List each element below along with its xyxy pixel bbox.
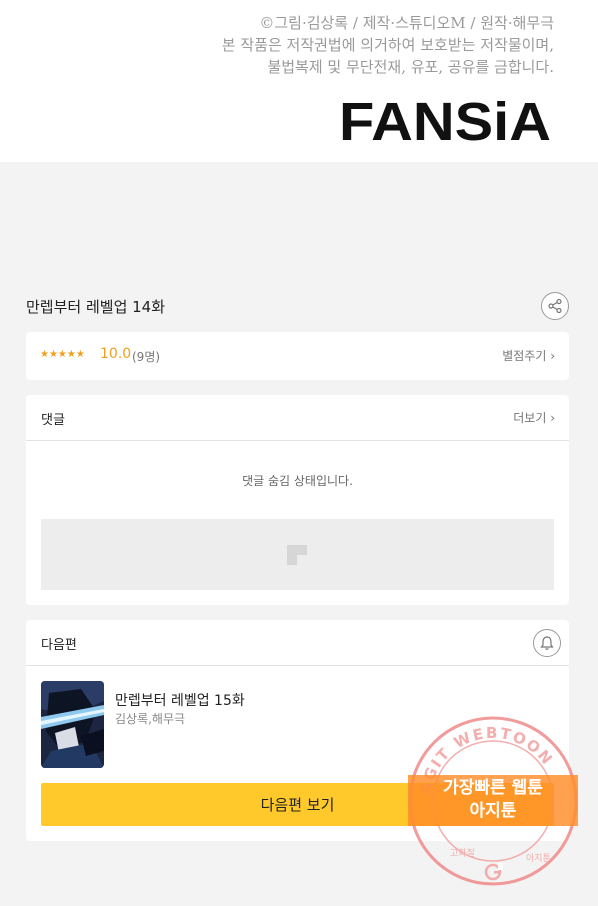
comments-header: 댓글 더보기 › [26, 395, 569, 441]
notify-button[interactable] [533, 629, 561, 657]
episode-title: 만렙부터 레벨업 14화 [26, 298, 166, 316]
copyright-banner: ©그림·김상록 / 제작·스튜디오M / 원작·해무극 본 작품은 저작권법에 … [0, 0, 598, 162]
share-icon [548, 298, 562, 314]
rating-stars: ★★★★★ [40, 349, 85, 360]
watermark-line-2: 아지툰 [469, 801, 517, 821]
next-episode-title[interactable]: 만렙부터 레벨업 15화 [115, 690, 245, 710]
comments-hidden-message: 댓글 숨김 상태입니다. [242, 474, 353, 488]
copyright-notice: ©그림·김상록 / 제작·스튜디오M / 원작·해무극 본 작품은 저작권법에 … [222, 12, 554, 78]
rating-score: 10.0 [100, 346, 132, 362]
next-episode-thumbnail[interactable] [41, 681, 104, 768]
image-placeholder [41, 519, 554, 590]
next-episode-author: 김상록,해무극 [115, 712, 186, 726]
copyright-line-2: 본 작품은 저작권법에 의거하여 보호받는 저작물이며, [221, 36, 554, 54]
rating-votes: (9명) [132, 350, 161, 364]
comments-card: 댓글 더보기 › 댓글 숨김 상태입니다. [26, 395, 569, 605]
fansia-logo: FANSiA [339, 93, 551, 145]
copyright-line-3: 불법복제 및 무단전재, 유포, 공유를 금합니다. [267, 58, 554, 76]
thumbnail-art [41, 681, 104, 768]
watermark-band: 가장빠른 웹툰 아지툰 [408, 775, 578, 826]
rating-card: ★★★★★ 10.0 (9명) 별점주기 › [26, 332, 569, 380]
next-episode-section-title: 다음편 [41, 638, 77, 653]
bell-icon [540, 636, 554, 650]
next-episode-header: 다음편 [26, 620, 569, 666]
svg-text:FANSiA: FANSiA [339, 93, 551, 145]
comments-title: 댓글 [41, 413, 65, 428]
image-placeholder-icon [287, 545, 307, 565]
rate-button[interactable]: 별점주기 › [502, 347, 555, 364]
share-button[interactable] [541, 292, 569, 320]
copyright-line-1: ©그림·김상록 / 제작·스튜디오M / 원작·해무극 [259, 14, 554, 32]
svg-text:아지툰: 아지툰 [526, 853, 551, 864]
google-icon [484, 863, 503, 881]
svg-text:고화질: 고화질 [450, 847, 475, 859]
comments-more-link[interactable]: 더보기 › [513, 409, 555, 426]
watermark-line-1: 가장빠른 웹툰 [443, 778, 543, 798]
